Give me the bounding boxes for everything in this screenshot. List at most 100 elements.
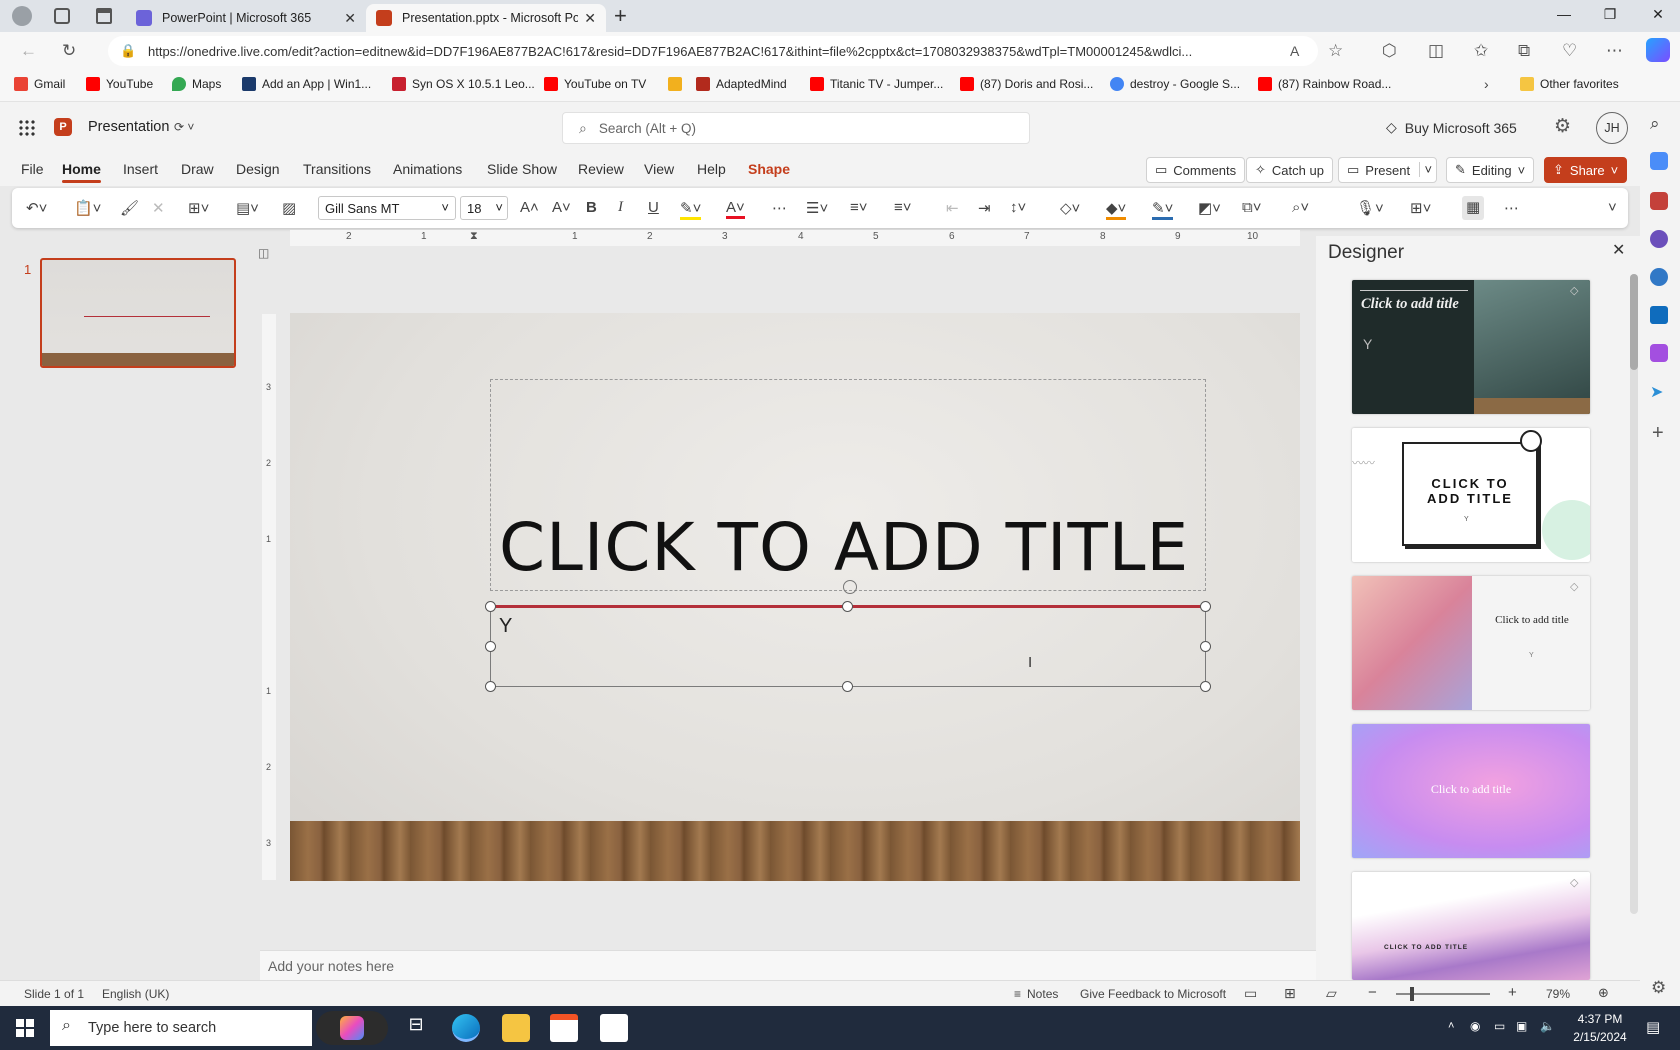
- tab-file[interactable]: File: [21, 161, 44, 177]
- zoom-slider-thumb[interactable]: [1410, 987, 1414, 1001]
- search-box[interactable]: ⌕ Search (Alt + Q): [562, 112, 1030, 144]
- shape-outline-icon[interactable]: ✎˅: [1152, 199, 1174, 220]
- reading-view-icon[interactable]: ▱: [1326, 985, 1337, 1002]
- more-font-options-icon[interactable]: ⋯: [772, 199, 787, 217]
- increase-font-icon[interactable]: A˄: [520, 199, 539, 216]
- fit-to-window-icon[interactable]: ⊕: [1598, 985, 1609, 1001]
- notes-input[interactable]: Add your notes here: [260, 950, 1316, 980]
- feedback-link[interactable]: Give Feedback to Microsoft: [1080, 987, 1226, 1001]
- battery-icon[interactable]: ▭: [1494, 1019, 1505, 1033]
- close-tab-icon[interactable]: ✕: [584, 10, 596, 27]
- read-aloud-icon[interactable]: A: [1290, 43, 1299, 59]
- zoom-level[interactable]: 79%: [1546, 987, 1570, 1001]
- favorite-gmail[interactable]: Gmail: [14, 77, 65, 91]
- tab-insert[interactable]: Insert: [123, 161, 158, 177]
- undo-icon[interactable]: ↶˅: [26, 199, 47, 217]
- italic-icon[interactable]: I: [618, 199, 623, 216]
- resize-handle[interactable]: [1200, 641, 1211, 652]
- m365-icon[interactable]: [1650, 268, 1668, 286]
- numbering-icon[interactable]: ≡˅: [850, 199, 868, 216]
- align-icon[interactable]: ≡˅: [894, 199, 912, 216]
- tab-review[interactable]: Review: [578, 161, 624, 177]
- dictate-icon[interactable]: 🎙˅: [1356, 199, 1384, 217]
- bold-icon[interactable]: B: [586, 199, 597, 216]
- tab-shape[interactable]: Shape: [748, 161, 790, 177]
- tab-draw[interactable]: Draw: [181, 161, 214, 177]
- browser-tab-powerpoint-365[interactable]: PowerPoint | Microsoft 365 ✕: [126, 4, 366, 32]
- chevron-right-icon[interactable]: ›: [1484, 76, 1489, 92]
- favorite-bookmark[interactable]: [668, 77, 688, 91]
- send-icon[interactable]: ➤: [1650, 382, 1668, 401]
- tools-icon[interactable]: [1650, 192, 1668, 210]
- zoom-out-icon[interactable]: −: [1368, 984, 1377, 1001]
- share-button[interactable]: ⇪ Share ˅: [1544, 157, 1628, 183]
- rotate-handle-icon[interactable]: [843, 580, 857, 594]
- tab-transitions[interactable]: Transitions: [303, 161, 371, 177]
- outlook-icon[interactable]: [1650, 306, 1668, 324]
- design-idea-2[interactable]: 〰〰 CLICK TO ADD TITLE Y: [1352, 428, 1590, 562]
- tab-design[interactable]: Design: [236, 161, 280, 177]
- close-tab-icon[interactable]: ✕: [344, 10, 356, 27]
- minimize-icon[interactable]: —: [1554, 6, 1574, 22]
- find-icon[interactable]: ⌕˅: [1292, 199, 1309, 216]
- paste-icon[interactable]: 📋˅: [74, 199, 101, 217]
- title-placeholder[interactable]: CLICK TO ADD TITLE: [490, 379, 1206, 591]
- task-view-icon[interactable]: ⊟: [402, 1014, 430, 1042]
- clear-icon[interactable]: ✕: [152, 199, 165, 217]
- tab-view[interactable]: View: [644, 161, 674, 177]
- slide-thumbnail-1[interactable]: [40, 258, 236, 368]
- favorite-youtube[interactable]: YouTube: [86, 77, 153, 91]
- increase-indent-icon[interactable]: ⇥: [978, 199, 991, 217]
- volume-icon[interactable]: 🔈: [1540, 1019, 1555, 1033]
- tab-slide-show[interactable]: Slide Show: [487, 161, 557, 177]
- designer-app-icon[interactable]: [1650, 344, 1668, 362]
- shape-effects-icon[interactable]: ◩˅: [1198, 199, 1221, 217]
- slide-canvas[interactable]: CLICK TO ADD TITLE Y I: [290, 313, 1300, 881]
- normal-view-icon[interactable]: ▭: [1244, 985, 1257, 1002]
- editing-mode-button[interactable]: ✎ Editing ˅: [1446, 157, 1535, 183]
- tray-app-icon[interactable]: ◉: [1470, 1019, 1480, 1033]
- settings-more-icon[interactable]: ⋯: [1606, 41, 1623, 61]
- favorite-syn-os[interactable]: Syn OS X 10.5.1 Leo...: [392, 77, 535, 91]
- decrease-font-icon[interactable]: A˅: [552, 199, 571, 216]
- favorite-add-an-app[interactable]: Add an App | Win1...: [242, 77, 371, 91]
- favorite-titanic-tv[interactable]: Titanic TV - Jumper...: [810, 77, 943, 91]
- new-tab-icon[interactable]: +: [614, 3, 627, 29]
- close-designer-icon[interactable]: ✕: [1612, 240, 1625, 260]
- indent-marker-icon[interactable]: ⧗: [470, 230, 478, 243]
- font-name-select[interactable]: Gill Sans MT ˅: [318, 196, 456, 220]
- buy-m365-button[interactable]: ◇ Buy Microsoft 365: [1386, 119, 1517, 136]
- other-favorites[interactable]: Other favorites: [1520, 77, 1619, 91]
- font-color-icon[interactable]: A˅: [726, 199, 745, 219]
- zoom-slider[interactable]: [1396, 987, 1490, 1001]
- resize-handle[interactable]: [1200, 601, 1211, 612]
- network-icon[interactable]: ▣: [1516, 1019, 1527, 1033]
- games-icon[interactable]: [1650, 230, 1668, 248]
- favorite-doris[interactable]: (87) Doris and Rosi...: [960, 77, 1093, 91]
- shapes-icon[interactable]: ◇˅: [1060, 199, 1080, 217]
- new-slide-icon[interactable]: ⊞˅: [188, 199, 209, 217]
- resize-handle[interactable]: [485, 601, 496, 612]
- edge-browser-icon[interactable]: [452, 1014, 480, 1042]
- collapse-ribbon-icon[interactable]: ˅: [1608, 199, 1617, 216]
- file-explorer-icon[interactable]: [502, 1014, 530, 1042]
- workspaces-icon[interactable]: [54, 8, 70, 24]
- favorite-youtube-tv[interactable]: YouTube on TV: [544, 77, 646, 91]
- app-launcher-icon[interactable]: [18, 119, 36, 137]
- add-icon[interactable]: +: [1652, 422, 1664, 445]
- catch-up-button[interactable]: ✧ Catch up: [1246, 157, 1333, 183]
- tab-home[interactable]: Home: [62, 161, 101, 183]
- resize-handle[interactable]: [485, 641, 496, 652]
- scrollbar-thumb[interactable]: [1630, 274, 1638, 370]
- collections-icon[interactable]: ⧉: [1518, 41, 1530, 61]
- highlight-icon[interactable]: ✎˅: [680, 199, 702, 220]
- toggle-thumbnails-icon[interactable]: ◫: [258, 246, 269, 260]
- design-idea-4[interactable]: Click to add title: [1352, 724, 1590, 858]
- design-idea-1[interactable]: Click to add title Y ◇: [1352, 280, 1590, 414]
- clock-date[interactable]: 2/15/2024: [1568, 1030, 1632, 1044]
- resize-handle[interactable]: [485, 681, 496, 692]
- arrange-icon[interactable]: ⧉˅: [1242, 199, 1261, 216]
- browser-tab-presentation[interactable]: Presentation.pptx - Microsoft Po ✕: [366, 4, 606, 32]
- copilot-sidebar-icon[interactable]: [1650, 152, 1668, 170]
- store-icon[interactable]: [550, 1014, 578, 1042]
